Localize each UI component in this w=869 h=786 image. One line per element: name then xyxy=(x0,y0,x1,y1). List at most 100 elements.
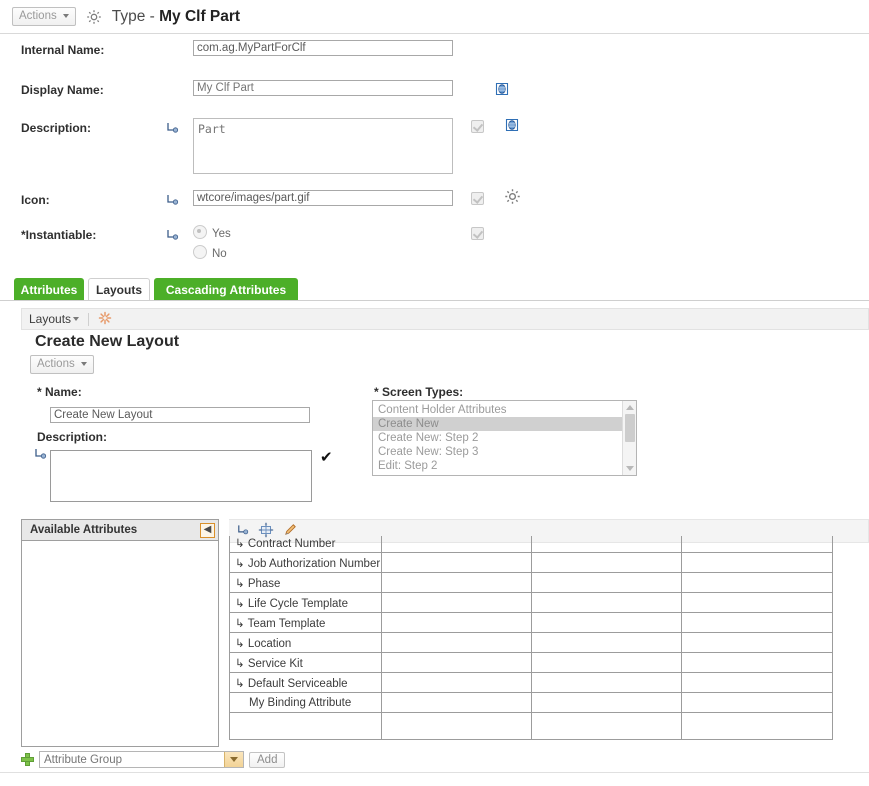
inherited-icon: ↳ xyxy=(235,597,245,610)
internal-name-input[interactable] xyxy=(193,40,453,56)
grid-cell-col2[interactable] xyxy=(381,632,532,653)
display-name-input[interactable] xyxy=(193,80,453,96)
bottom-divider xyxy=(0,772,869,773)
grid-cell-col4[interactable] xyxy=(681,652,833,673)
screen-type-option[interactable]: Edit: Step 2 xyxy=(373,459,636,473)
scrollbar-thumb[interactable] xyxy=(625,414,635,442)
table-row[interactable]: ↳ Team Template xyxy=(229,612,833,633)
table-row[interactable]: ↳ Phase xyxy=(229,572,833,593)
attribute-group-input[interactable] xyxy=(40,752,224,767)
grid-cell-col3[interactable] xyxy=(531,692,682,713)
table-row[interactable]: ↳ Life Cycle Template xyxy=(229,592,833,613)
chevron-left-icon[interactable]: ◀ xyxy=(200,522,215,538)
gear-icon[interactable] xyxy=(504,188,521,208)
grid-cell-attribute-name[interactable]: ↳ Team Template xyxy=(229,612,382,633)
grid-cell-col3[interactable] xyxy=(531,536,682,553)
tab-layouts[interactable]: Layouts xyxy=(88,278,150,301)
available-attributes-list[interactable] xyxy=(22,541,218,746)
grid-cell-attribute-name[interactable]: ↳ Job Authorization Number xyxy=(229,552,382,573)
table-row[interactable]: ↳ Service Kit xyxy=(229,652,833,673)
grid-cell-col3[interactable] xyxy=(531,552,682,573)
grid-cell-col3[interactable] xyxy=(531,592,682,613)
grid-cell-col4[interactable] xyxy=(681,712,833,740)
grid-cell-col4[interactable] xyxy=(681,592,833,613)
screen-type-option[interactable]: Create New: Step 3 xyxy=(373,445,636,459)
grid-cell-col3[interactable] xyxy=(531,652,682,673)
form-row-description: Description: xyxy=(0,118,520,174)
screen-types-listbox[interactable]: Content Holder Attributes Create New Cre… xyxy=(372,400,637,476)
description-label: Description: xyxy=(21,121,92,135)
grid-cell-attribute-name[interactable]: ↳ Service Kit xyxy=(229,652,382,673)
grid-cell-col2[interactable] xyxy=(381,672,532,693)
grid-cell-col4[interactable] xyxy=(681,572,833,593)
screen-type-option[interactable]: Content Holder Attributes xyxy=(373,403,636,417)
layouts-menu-button[interactable]: Layouts xyxy=(29,312,80,326)
attribute-group-combo[interactable] xyxy=(39,751,244,768)
grid-cell-attribute-name[interactable] xyxy=(229,712,382,740)
grid-cell-attribute-name[interactable]: My Binding Attribute xyxy=(229,692,382,713)
screen-types-scrollbar[interactable] xyxy=(622,401,636,475)
instantiable-option-no[interactable]: No xyxy=(193,245,453,260)
refresh-starburst-icon[interactable] xyxy=(98,311,112,328)
screen-type-option[interactable]: Create New: Step 2 xyxy=(373,431,636,445)
translate-icon[interactable] xyxy=(494,81,510,100)
table-row[interactable]: ↳ Default Serviceable xyxy=(229,672,833,693)
grid-cell-col4[interactable] xyxy=(681,552,833,573)
grid-cell-attribute-name[interactable]: ↳ Phase xyxy=(229,572,382,593)
grid-cell-col3[interactable] xyxy=(531,632,682,653)
grid-cell-col4[interactable] xyxy=(681,692,833,713)
grid-cell-label: Contract Number xyxy=(247,537,336,550)
radio-yes-label: Yes xyxy=(212,228,231,240)
grid-cell-col2[interactable] xyxy=(381,572,532,593)
page-title-value: My Clf Part xyxy=(159,7,241,25)
grid-cell-col3[interactable] xyxy=(531,672,682,693)
table-row[interactable]: ↳ Location xyxy=(229,632,833,653)
grid-cell-col3[interactable] xyxy=(531,612,682,633)
plus-icon[interactable] xyxy=(21,753,34,766)
grid-cell-col4[interactable] xyxy=(681,632,833,653)
grid-cell-col2[interactable] xyxy=(381,552,532,573)
table-row[interactable] xyxy=(229,712,833,740)
grid-cell-attribute-name[interactable]: ↳ Contract Number xyxy=(229,536,382,553)
add-button[interactable]: Add xyxy=(249,751,286,768)
layout-actions-button[interactable]: Actions xyxy=(30,355,94,374)
grid-cell-col4[interactable] xyxy=(681,536,833,553)
header-actions-button[interactable]: Actions xyxy=(12,7,76,26)
chevron-down-icon[interactable] xyxy=(224,752,243,767)
inherited-icon: ↳ xyxy=(235,677,245,690)
grid-cell-col2[interactable] xyxy=(381,712,532,740)
scroll-down-arrow-icon[interactable] xyxy=(626,466,634,471)
translate-icon[interactable] xyxy=(504,117,520,136)
grid-cell-col2[interactable] xyxy=(381,652,532,673)
layout-description-textarea[interactable] xyxy=(50,450,312,502)
tab-attributes[interactable]: Attributes xyxy=(14,278,84,301)
grid-cell-attribute-name[interactable]: ↳ Default Serviceable xyxy=(229,672,382,693)
check-icon[interactable]: ✔ xyxy=(320,448,333,466)
table-row[interactable]: My Binding Attribute xyxy=(229,692,833,713)
icon-path-input[interactable] xyxy=(193,190,453,206)
tab-layouts-label: Layouts xyxy=(95,283,142,297)
grid-cell-col3[interactable] xyxy=(531,712,682,740)
layout-name-input[interactable] xyxy=(50,407,310,423)
screen-type-option-selected[interactable]: Create New xyxy=(373,417,636,431)
attributes-grid: ↳ Contract Number ↳ Job Authorization Nu… xyxy=(229,536,833,740)
grid-cell-col4[interactable] xyxy=(681,672,833,693)
grid-cell-col2[interactable] xyxy=(381,592,532,613)
table-row[interactable]: ↳ Contract Number xyxy=(229,536,833,553)
tab-cascading-attributes[interactable]: Cascading Attributes xyxy=(154,278,298,301)
inherited-icon: ↳ xyxy=(235,637,245,650)
grid-cell-col2[interactable] xyxy=(381,612,532,633)
tab-underline xyxy=(0,300,869,301)
grid-cell-attribute-name[interactable]: ↳ Life Cycle Template xyxy=(229,592,382,613)
grid-cell-col2[interactable] xyxy=(381,536,532,553)
scroll-up-arrow-icon[interactable] xyxy=(626,405,634,410)
table-row[interactable]: ↳ Job Authorization Number xyxy=(229,552,833,573)
instantiable-option-yes[interactable]: Yes xyxy=(193,225,453,240)
layout-name-label: * Name: xyxy=(37,385,82,399)
tab-strip: Attributes Layouts Cascading Attributes xyxy=(0,278,869,301)
description-textarea[interactable] xyxy=(193,118,453,174)
grid-cell-attribute-name[interactable]: ↳ Location xyxy=(229,632,382,653)
grid-cell-col3[interactable] xyxy=(531,572,682,593)
grid-cell-col2[interactable] xyxy=(381,692,532,713)
grid-cell-col4[interactable] xyxy=(681,612,833,633)
